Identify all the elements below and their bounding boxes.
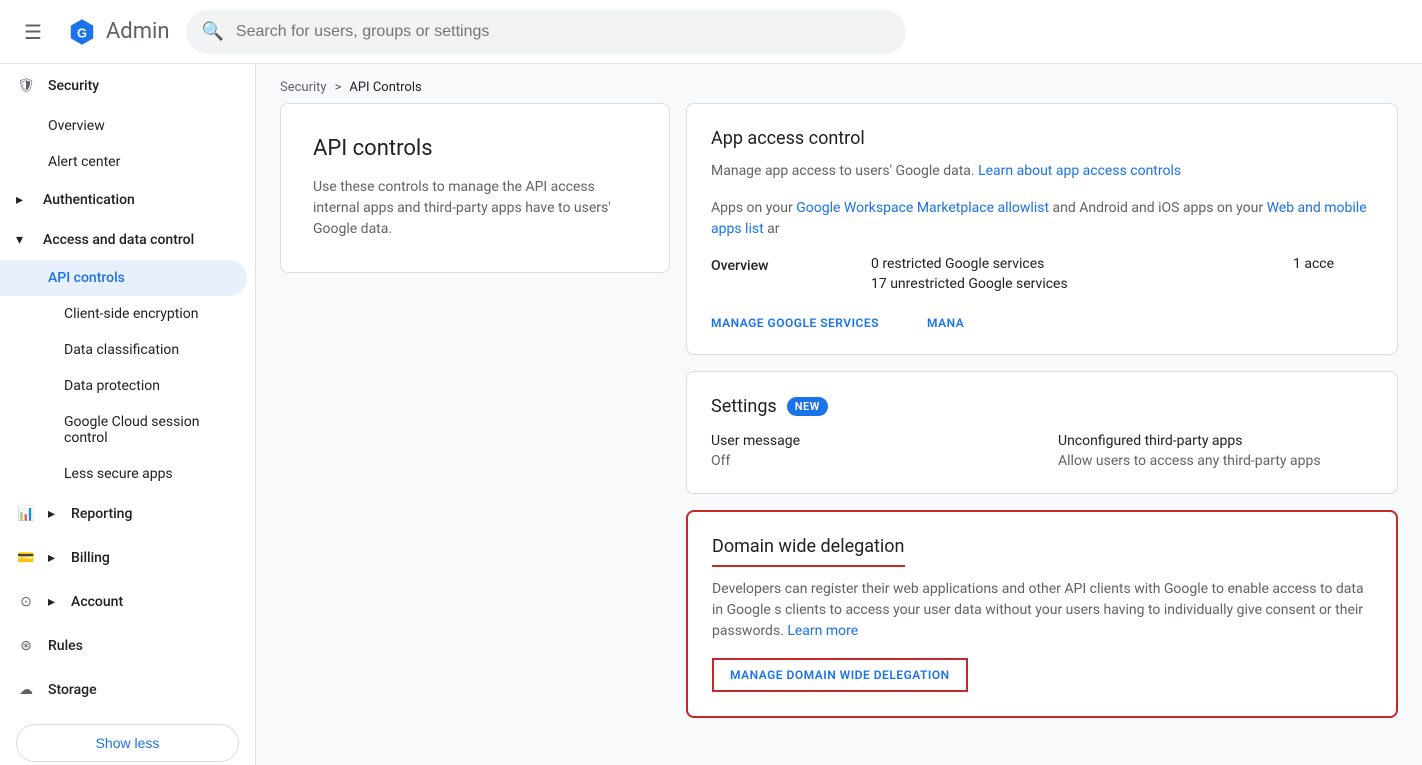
topbar: ☰ G Admin 🔍 <box>0 0 1422 64</box>
google-logo: G <box>66 16 98 48</box>
chevron-right-reporting-icon <box>48 506 55 522</box>
settings-header: Settings NEW <box>711 396 1373 417</box>
bar-chart-icon: 📊 <box>16 504 36 524</box>
sidebar-item-access-data-control[interactable]: Access and data control <box>0 220 255 260</box>
billing-icon: 💳 <box>16 548 36 568</box>
overview-values: 0 restricted Google services 17 unrestri… <box>871 256 1293 296</box>
sidebar-item-storage[interactable]: ☁ Storage <box>0 668 255 712</box>
unconfigured-item: Unconfigured third-party apps Allow user… <box>1058 433 1373 469</box>
shield-icon: 🛡 <box>16 76 36 96</box>
sidebar-item-google-cloud[interactable]: Google Cloud session control <box>0 404 255 456</box>
user-message-label: User message <box>711 433 1026 449</box>
new-badge: NEW <box>787 397 828 416</box>
api-controls-description: Use these controls to manage the API acc… <box>313 177 637 240</box>
sidebar-item-authentication[interactable]: Authentication <box>0 180 255 220</box>
sidebar-item-less-secure[interactable]: Less secure apps <box>0 456 255 492</box>
apps-line: Apps on your Google Workspace Marketplac… <box>711 198 1373 240</box>
chevron-down-icon <box>16 232 23 248</box>
reporting-label: Reporting <box>71 506 132 522</box>
sidebar-item-data-classification[interactable]: Data classification <box>0 332 255 368</box>
settings-card: Settings NEW User message Off Unconfigur… <box>686 371 1398 494</box>
search-input[interactable] <box>236 23 890 41</box>
api-controls-card: API controls Use these controls to manag… <box>280 103 670 273</box>
sidebar-security-label: Security <box>48 78 99 94</box>
storage-icon: ☁ <box>16 680 36 700</box>
auth-label: Authentication <box>43 192 135 208</box>
unconfigured-label: Unconfigured third-party apps <box>1058 433 1373 449</box>
manage-dwd-button[interactable]: MANAGE DOMAIN WIDE DELEGATION <box>712 658 968 692</box>
layout: 🛡 Security Overview Alert center Authent… <box>0 64 1422 765</box>
access-count-col: 1 acce <box>1293 256 1373 276</box>
sidebar-item-rules[interactable]: ⊛ Rules <box>0 624 255 668</box>
settings-grid: User message Off Unconfigured third-part… <box>711 433 1373 469</box>
chevron-right-account-icon <box>48 594 55 610</box>
account-label: Account <box>71 594 123 610</box>
breadcrumb-current: API Controls <box>349 80 421 95</box>
app-access-card: App access control Manage app access to … <box>686 103 1398 355</box>
app-title: Admin <box>106 19 170 44</box>
settings-title: Settings <box>711 396 777 417</box>
logo: G Admin <box>66 16 170 48</box>
chevron-right-billing-icon <box>48 550 55 566</box>
app-access-title: App access control <box>711 128 1373 149</box>
manage-other-link[interactable]: MANA <box>927 316 964 330</box>
breadcrumb-security[interactable]: Security <box>280 80 327 95</box>
dwd-learn-more-link[interactable]: Learn more <box>787 623 858 639</box>
billing-label: Billing <box>71 550 110 566</box>
sidebar: 🛡 Security Overview Alert center Authent… <box>0 64 256 765</box>
storage-label: Storage <box>48 682 97 698</box>
marketplace-link[interactable]: Google Workspace Marketplace allowlist <box>796 200 1049 216</box>
sidebar-item-client-side-encryption[interactable]: Client-side encryption <box>0 296 255 332</box>
user-message-value: Off <box>711 453 1026 469</box>
sidebar-item-billing[interactable]: 💳 Billing <box>0 536 255 580</box>
main-content: Security > API Controls API controls Use… <box>256 64 1422 765</box>
search-bar[interactable]: 🔍 <box>186 10 906 54</box>
user-message-item: User message Off <box>711 433 1026 469</box>
sidebar-item-data-protection[interactable]: Data protection <box>0 368 255 404</box>
api-controls-title: API controls <box>313 136 637 161</box>
domain-wide-delegation-card: Domain wide delegation Developers can re… <box>686 510 1398 718</box>
content-grid: API controls Use these controls to manag… <box>256 103 1422 742</box>
search-icon: 🔍 <box>202 21 224 42</box>
sidebar-item-reporting[interactable]: 📊 Reporting <box>0 492 255 536</box>
sidebar-item-api-controls[interactable]: API controls <box>0 260 247 296</box>
dwd-title: Domain wide delegation <box>712 536 905 567</box>
sidebar-item-overview[interactable]: Overview <box>0 108 255 144</box>
dwd-description: Developers can register their web applic… <box>712 579 1372 642</box>
account-icon: ⊙ <box>16 592 36 612</box>
overview-actions: MANAGE GOOGLE SERVICES MANA <box>711 308 1373 330</box>
manage-google-services-link[interactable]: MANAGE GOOGLE SERVICES <box>711 316 879 330</box>
breadcrumb-separator: > <box>335 80 342 95</box>
learn-about-link[interactable]: Learn about app access controls <box>978 163 1181 179</box>
unrestricted-services: 17 unrestricted Google services <box>871 276 1293 292</box>
access-data-label: Access and data control <box>43 232 194 248</box>
rules-label: Rules <box>48 638 83 654</box>
sidebar-item-alert-center[interactable]: Alert center <box>0 144 255 180</box>
app-access-description: Manage app access to users' Google data.… <box>711 161 1373 182</box>
chevron-right-icon <box>16 192 23 208</box>
breadcrumb: Security > API Controls <box>256 64 1422 103</box>
restricted-services: 0 restricted Google services <box>871 256 1293 272</box>
sidebar-item-security[interactable]: 🛡 Security <box>0 64 255 108</box>
menu-icon[interactable]: ☰ <box>16 12 50 52</box>
show-less-button[interactable]: Show less <box>16 724 239 762</box>
unconfigured-desc: Allow users to access any third-party ap… <box>1058 453 1373 469</box>
access-count: 1 acce <box>1293 256 1373 272</box>
overview-label: Overview <box>711 256 871 274</box>
overview-row: Overview 0 restricted Google services 17… <box>711 256 1373 296</box>
left-panel: API controls Use these controls to manag… <box>280 103 670 718</box>
rules-icon: ⊛ <box>16 636 36 656</box>
right-panel: App access control Manage app access to … <box>686 103 1398 718</box>
sidebar-item-account[interactable]: ⊙ Account <box>0 580 255 624</box>
svg-text:G: G <box>77 25 87 40</box>
